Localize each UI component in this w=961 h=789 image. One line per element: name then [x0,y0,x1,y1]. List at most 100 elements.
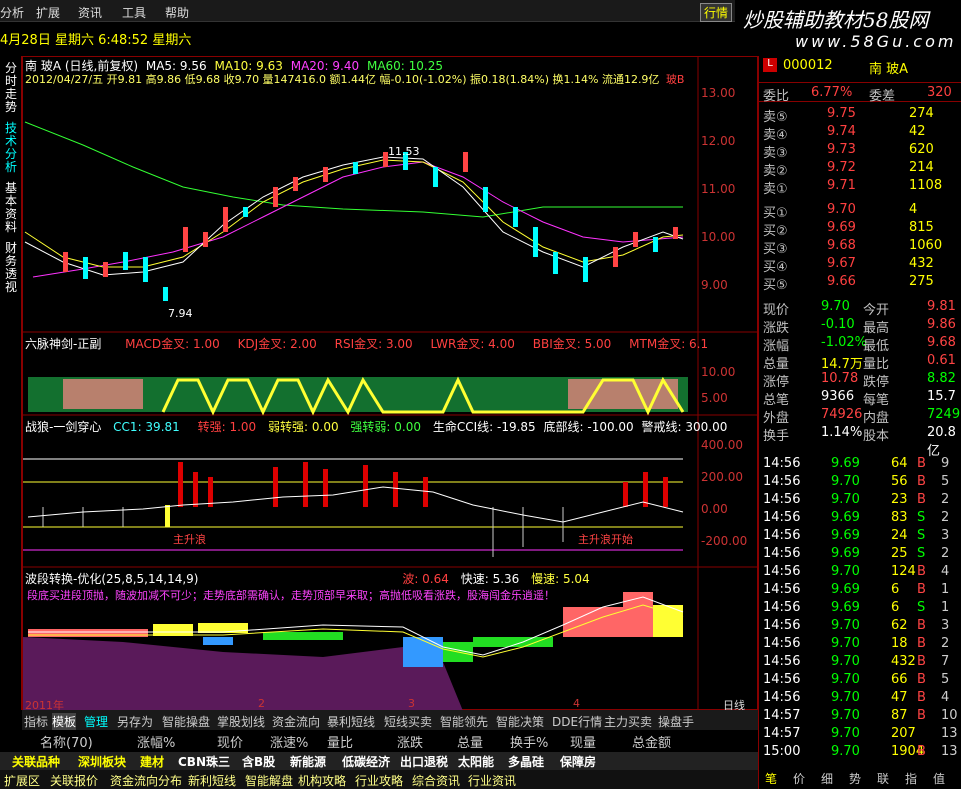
stat-value: 1.14% [821,425,863,440]
tab-smart-lead[interactable]: 智能领先 [440,713,488,730]
tab-technical[interactable]: 技术分析 [3,122,19,174]
footer-detail[interactable]: 细 [821,770,833,787]
col-curvol[interactable]: 现量 [570,732,596,751]
tick-row: 14:56 9.69 83 S 2 [759,510,961,528]
footer-price[interactable]: 价 [793,770,805,787]
menu-help[interactable]: 帮助 [165,4,189,21]
col-volume[interactable]: 总量 [457,732,483,751]
stat-value: 9.68 [927,335,956,350]
tab-draw[interactable]: 掌股划线 [217,713,265,730]
menu-tools[interactable]: 工具 [122,4,146,21]
block-housing[interactable]: 保障房 [560,753,596,769]
xaxis-2: 2 [258,697,265,710]
menu-info[interactable]: 资讯 [78,4,102,21]
menu-analysis[interactable]: 分析 [0,4,24,21]
sell-price: 9.75 [827,106,856,121]
block-newenergy[interactable]: 新能源 [290,753,326,769]
tick-row: 14:56 9.69 24 S 3 [759,528,961,546]
tab-fundamental[interactable]: 基本资料 [3,182,19,234]
tick-time: 14:56 [763,492,801,507]
col-change-pct[interactable]: 涨幅% [137,732,175,751]
chart-area: 南 玻A (日线,前复权) MA5: 9.56 MA10: 9.63 MA20:… [22,56,759,712]
tab-operator[interactable]: 操盘手 [658,713,694,730]
link-industry-news[interactable]: 行业资讯 [468,772,516,789]
block-lowcarbon[interactable]: 低碳经济 [342,753,390,769]
stat-row: 总笔 9366 每笔 15.7 [759,389,961,408]
tick-row: 14:56 9.69 64 B 9 [759,456,961,474]
block-related[interactable]: 关联品种 [12,753,60,769]
tick-volume: 47 [891,690,908,705]
tab-template[interactable]: 模板 [52,713,77,730]
sell-volume: 42 [909,124,926,139]
tick-price: 9.69 [831,510,860,525]
tab-financial[interactable]: 财务透视 [3,242,19,294]
block-shenzhen[interactable]: 深圳板块 [78,753,126,769]
col-amount[interactable]: 总金额 [632,732,671,751]
tick-count: 5 [941,474,950,489]
tab-main-force[interactable]: 主力买卖 [604,713,652,730]
link-industry[interactable]: 行业攻略 [355,772,403,789]
sell-price: 9.72 [827,160,856,175]
candles [63,152,678,301]
col-turnover[interactable]: 换手% [510,732,548,751]
footer-value[interactable]: 值 [933,770,945,787]
block-cbn[interactable]: CBN珠三 [178,753,230,769]
tab-indicator[interactable]: 指标 [24,713,48,730]
p3-axis-m200: -200.00 [701,534,748,548]
footer-trend[interactable]: 势 [849,770,861,787]
tab-dde[interactable]: DDE行情 [552,713,602,730]
stat-row: 涨跌 -0.10 最高 9.86 [759,317,961,336]
stat-label: 量比 [863,357,890,372]
buy-price: 9.66 [827,274,856,289]
tab-short-profit[interactable]: 暴利短线 [327,713,375,730]
stat-label: 外盘 [763,411,790,426]
tick-price: 9.70 [831,636,860,651]
tab-saveas[interactable]: 另存为 [117,713,153,730]
stat-label: 涨停 [763,375,790,390]
tick-time: 15:00 [763,744,801,759]
link-news[interactable]: 综合资讯 [412,772,460,789]
tab-timeshare[interactable]: 分时走势 [3,62,19,114]
col-price[interactable]: 现价 [217,732,243,751]
tab-smart-trade[interactable]: 智能操盘 [162,713,210,730]
stat-value: 9.81 [927,299,956,314]
footer-ticks[interactable]: 笔 [765,770,777,787]
menu-extend[interactable]: 扩展 [36,4,60,21]
buy-row: 买② 9.69 815 [759,220,961,239]
p2-mtm: MTM金叉: 6.1 [629,337,709,351]
sell-volume: 214 [909,160,934,175]
col-name[interactable]: 名称(70) [40,732,93,751]
tab-smart-decision[interactable]: 智能决策 [496,713,544,730]
tick-time: 14:56 [763,654,801,669]
footer-index[interactable]: 指 [905,770,917,787]
block-bshare[interactable]: 含B股 [242,753,275,769]
tick-side: B [917,672,926,687]
buy-level-label: 买① [763,206,788,221]
col-change[interactable]: 涨跌 [397,732,423,751]
sell-price: 9.73 [827,142,856,157]
link-smartview[interactable]: 智能解盘 [245,772,293,789]
block-polysilicon[interactable]: 多晶硅 [508,753,544,769]
tab-manage[interactable]: 管理 [84,713,108,730]
footer-related[interactable]: 联 [877,770,889,787]
link-newprofit[interactable]: 新利短线 [188,772,236,789]
col-speed[interactable]: 涨速% [270,732,308,751]
link-institution[interactable]: 机构攻略 [298,772,346,789]
link-capital[interactable]: 资金流向分布 [110,772,182,789]
link-extend[interactable]: 扩展区 [4,772,40,789]
block-solar[interactable]: 太阳能 [458,753,494,769]
market-button[interactable]: 行情 [700,3,733,22]
tab-capital-flow[interactable]: 资金流向 [272,713,320,730]
block-building[interactable]: 建材 [140,753,164,769]
buy-level-label: 买③ [763,242,788,257]
link-related-quote[interactable]: 关联报价 [50,772,98,789]
p2-title: 六脉神剑-正副 [25,337,102,351]
block-export[interactable]: 出口退税 [400,753,448,769]
tick-time: 14:56 [763,672,801,687]
tick-side: B [917,474,926,489]
tick-volume: 56 [891,474,908,489]
buy-price: 9.69 [827,220,856,235]
tick-side: B [917,744,926,759]
col-volratio[interactable]: 量比 [327,732,353,751]
tab-short-trade[interactable]: 短线买卖 [384,713,432,730]
